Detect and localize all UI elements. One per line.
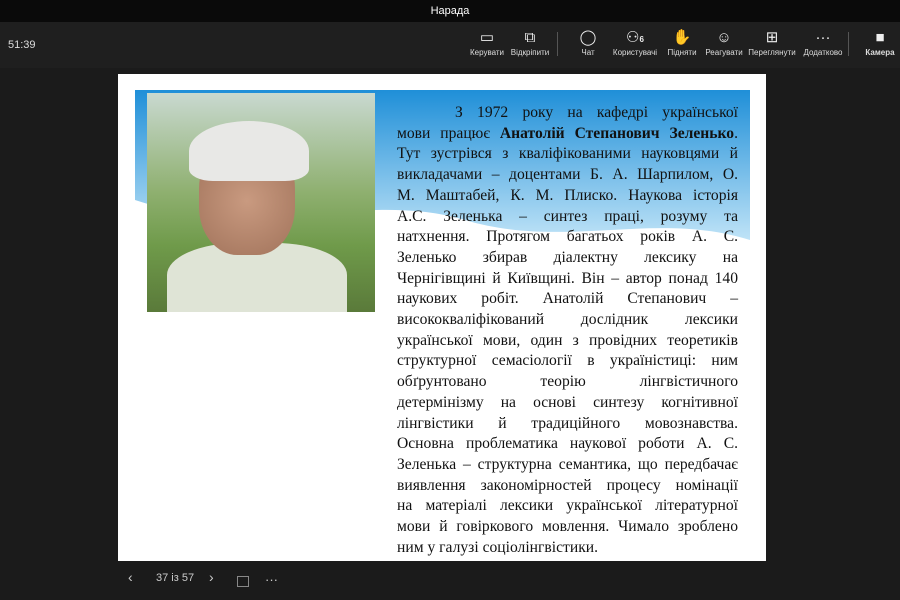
portrait-photo (147, 93, 375, 312)
slide-text-line: Тут зустрівся з кваліфікованими науковця… (397, 145, 738, 163)
toolbar-button-label: Переглянути (748, 48, 796, 57)
meeting-toolbar: 51:39 ▭ Керувати ⧉ Відкріпити ◯ Чат ⚇6 Користув… (0, 22, 900, 68)
toolbar-button-8[interactable]: ■ Камера (850, 28, 900, 57)
window-title: Нарада (0, 0, 900, 22)
toolbar-button-label: Реагувати (705, 48, 743, 57)
slide-text-line: виявлення закономірностей процесу номіна… (397, 476, 738, 494)
toolbar-button-1[interactable]: ⧉ Відкріпити (500, 28, 560, 57)
toolbar-button-label: Камера (865, 48, 895, 57)
slide-text-line: ним у галузі соціолінгвістики. (397, 538, 599, 556)
slide-text: З 1972 року на кафедрі української мови п… (397, 103, 738, 558)
camera-icon: ■ (875, 29, 885, 46)
next-slide-button[interactable]: › (209, 569, 214, 585)
toolbar-divider (557, 32, 558, 56)
slide-text-line: Основна проблематика наукової роботи А. … (397, 435, 738, 453)
slide-text-line: на матеріалі лексики української літерат… (397, 497, 738, 515)
slide-text-line: А.С. Зеленька – синтез праці, розуму та (397, 207, 738, 225)
toolbar-button-label: Керувати (469, 48, 505, 57)
toolbar-divider (848, 32, 849, 56)
people-count-badge: 6 (639, 35, 644, 44)
slide-text-line: детермінізму на основі синтезу когнітивн… (397, 393, 738, 411)
slide-text-line: мови й говіркового мовлення. Чимало зроб… (397, 518, 738, 536)
slide-text-line: З 1972 року на кафедрі української (455, 104, 738, 121)
toolbar-button-label: Чат (581, 48, 595, 57)
toolbar-button-label: Відкріпити (510, 48, 550, 57)
popout-icon: ⧉ (524, 29, 536, 46)
slide-text-line: структурної семасіології в україністиці:… (397, 352, 738, 370)
slide-text-line: М. Маштабей, К. М. Плиско. Наукова істор… (397, 186, 738, 204)
slide-text-line: мови працює Анатолій Степанович Зеленько… (397, 124, 739, 142)
slide-text-line: Зеленька – структурна семантика, що пере… (397, 455, 738, 473)
slide-text-line: натхнення. Протягом багатьох років А. С. (397, 228, 738, 246)
slide-text-line: Чернігівщині й Київщині. Він – автор пон… (397, 269, 738, 287)
toolbar-button-label: Підняти (667, 48, 697, 57)
presentation-slide: З 1972 року на кафедрі української мови п… (118, 74, 766, 561)
slide-text-line: української мови, один з провідних теоре… (397, 331, 738, 349)
toolbar-button-label: Користувачі (612, 48, 658, 57)
slide-text-line: викладачами – доцентами Б. А. Шарпилом, … (397, 166, 738, 184)
more-icon: ··· (815, 29, 831, 46)
slide-text-line: наукових робіт. Анатолій Степанович – (397, 290, 738, 308)
meeting-timer: 51:39 (8, 39, 36, 51)
slide-text-line: обґрунтовано теорію лінгвістичного (397, 373, 738, 391)
slide-text-line: висококваліфікований дослідник лексики (397, 311, 738, 329)
page-indicator: 37 із 57 (156, 572, 195, 584)
slides-grid-icon[interactable] (237, 576, 249, 587)
toolbar-button-7[interactable]: ··· Додатково (793, 28, 853, 57)
slide-text-line: лінгвістики й традиційного мовознавства. (397, 414, 738, 432)
toolbar-button-label: Додатково (803, 48, 843, 57)
slide-text-line: Зеленько збирав діалектну лексику на (397, 248, 738, 266)
prev-slide-button[interactable]: ‹ (128, 569, 133, 585)
more-options-button[interactable]: ··· (265, 572, 278, 587)
